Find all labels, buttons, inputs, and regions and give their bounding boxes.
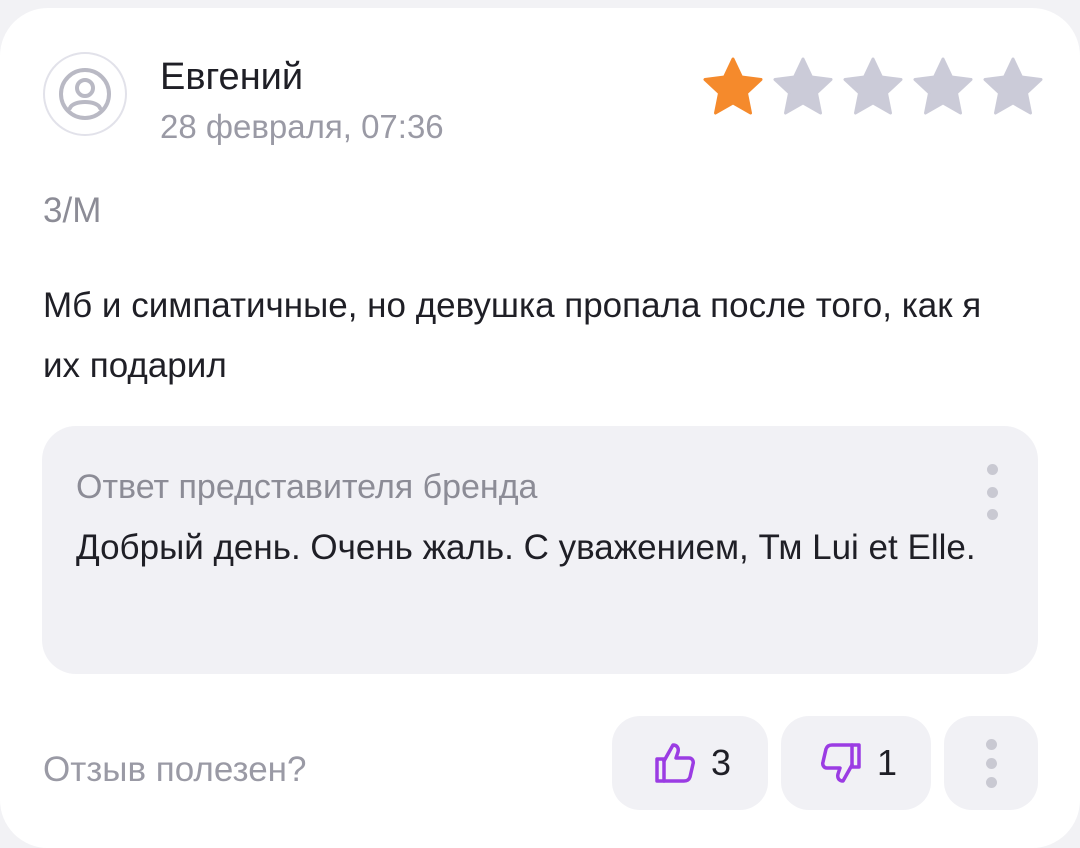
star-empty-icon — [913, 57, 973, 115]
star-empty-icon — [773, 57, 833, 115]
star-filled-icon — [703, 57, 763, 115]
helpful-question: Отзыв полезен? — [43, 750, 307, 789]
product-variant: 3/М — [43, 191, 102, 230]
menu-dot — [986, 509, 998, 520]
brand-reply: Ответ представителя бренда Добрый день. … — [42, 426, 1038, 674]
avatar — [43, 52, 127, 136]
user-icon — [59, 68, 111, 120]
review-card: Евгений 28 февраля, 07:36 3/М Мб и симпа… — [0, 8, 1080, 848]
star-empty-icon — [843, 57, 903, 115]
brand-reply-title: Ответ представителя бренда — [76, 468, 538, 506]
menu-dot — [986, 464, 998, 475]
dislike-count: 1 — [876, 742, 898, 783]
star-empty-icon — [983, 57, 1043, 115]
thumbs-up-icon — [655, 743, 695, 783]
like-button[interactable]: 3 — [612, 716, 768, 810]
more-vertical-icon[interactable] — [980, 464, 1004, 520]
menu-dot — [985, 757, 997, 769]
menu-dot — [985, 776, 997, 788]
rating-stars — [702, 56, 1044, 118]
brand-reply-text: Добрый день. Очень жаль. С уважением, Тм… — [76, 528, 976, 567]
review-date: 28 февраля, 07:36 — [160, 108, 444, 145]
menu-dot — [986, 486, 998, 498]
author-name: Евгений — [160, 56, 304, 98]
review-text: Мб и симпатичные, но девушка пропала пос… — [43, 286, 982, 385]
thumbs-down-icon — [820, 743, 861, 783]
more-button[interactable] — [944, 716, 1038, 810]
menu-dot — [985, 738, 997, 750]
dislike-button[interactable]: 1 — [781, 716, 931, 810]
like-count: 3 — [710, 742, 732, 783]
